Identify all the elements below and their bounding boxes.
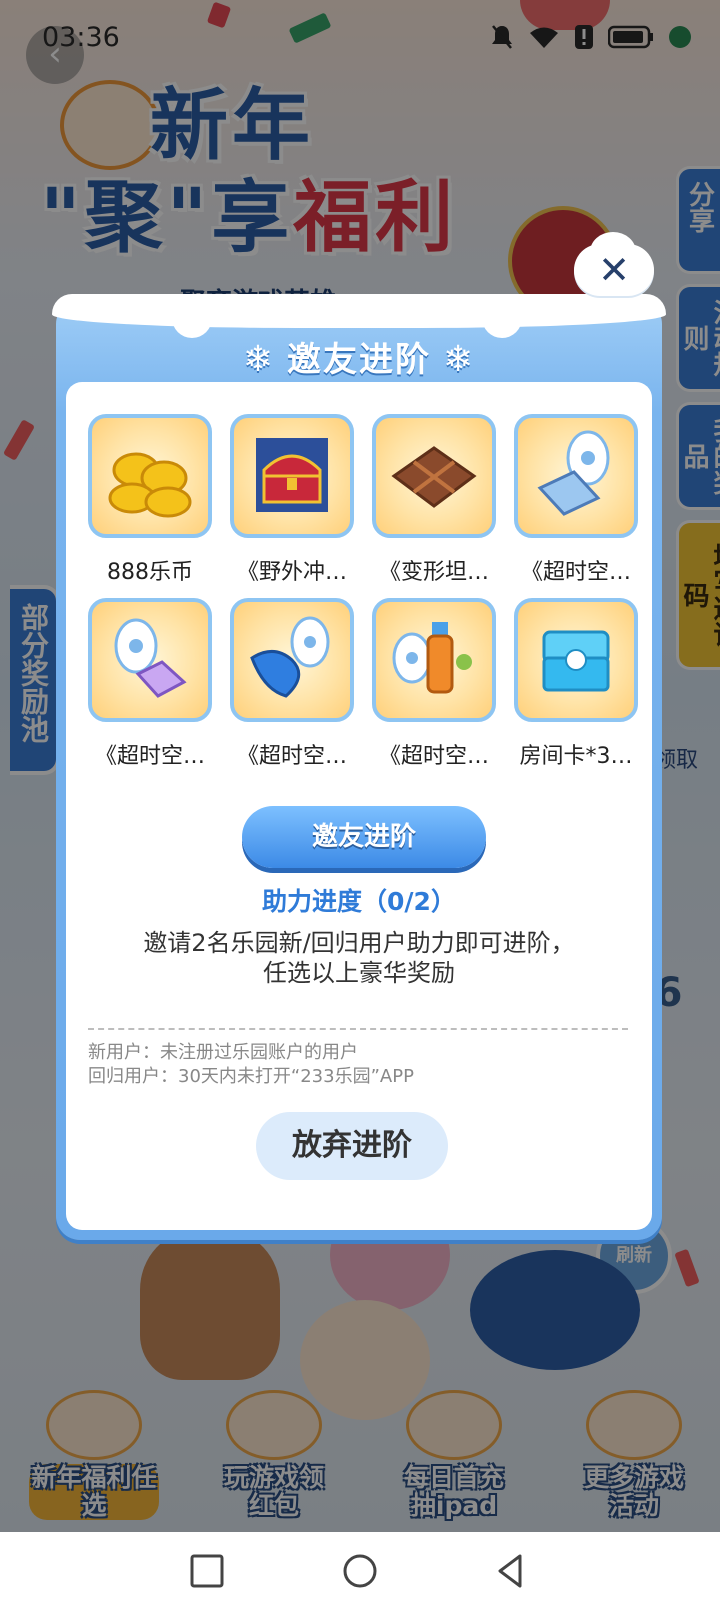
snowflake-icon: ❄ xyxy=(242,339,275,380)
dashed-divider xyxy=(88,1028,628,1030)
invite-description-line1: 邀请2名乐园新/回归用户助力即可进阶， xyxy=(143,929,575,957)
candy-egg-icon xyxy=(114,618,187,698)
snow-decoration xyxy=(52,294,666,338)
reward-item[interactable]: 888乐币 xyxy=(82,414,218,585)
reward-item[interactable]: 《野外冲… xyxy=(224,414,360,585)
give-up-button[interactable]: 放弃进阶 xyxy=(256,1112,448,1180)
reward-tile xyxy=(372,414,496,538)
reward-item[interactable]: 《超时空… xyxy=(224,598,360,769)
invite-description: 邀请2名乐园新/回归用户助力即可进阶， 任选以上豪华奖励 xyxy=(66,928,652,988)
dialog-title-text: 邀友进阶 xyxy=(287,340,431,380)
assist-progress: 助力进度（0/2） xyxy=(262,887,456,916)
reward-name: 《超时空… xyxy=(236,744,347,769)
reward-tile xyxy=(372,598,496,722)
reward-tile xyxy=(88,414,212,538)
dialog-panel: 888乐币 《野外冲… 《变形坦… 《超时空… 《超时空… 《超时空… 《超时空… xyxy=(66,382,652,1230)
return-user-note: 回归用户：30天内未打开“233乐园”APP xyxy=(88,1066,414,1087)
reward-item[interactable]: 《变形坦… xyxy=(366,414,502,585)
reward-tile xyxy=(88,598,212,722)
blue-chest-icon xyxy=(542,630,610,692)
reward-item[interactable]: 《超时空… xyxy=(366,598,502,769)
invite-description-line2: 任选以上豪华奖励 xyxy=(263,959,455,987)
back-icon[interactable] xyxy=(490,1550,532,1592)
reward-tile xyxy=(230,414,354,538)
gift-box-icon xyxy=(391,446,477,508)
reward-name: 888乐币 xyxy=(107,560,193,585)
reward-tile xyxy=(514,414,638,538)
potion-egg-icon xyxy=(392,622,472,694)
system-navigation-bar xyxy=(0,1532,720,1610)
snowflake-icon: ❄ xyxy=(443,339,476,380)
reward-name: 《野外冲… xyxy=(236,560,347,585)
spellbook-egg-icon xyxy=(537,430,610,516)
reward-name: 《超时空… xyxy=(94,744,205,769)
coins-icon xyxy=(108,452,192,518)
close-button[interactable]: ✕ xyxy=(574,232,654,296)
recents-icon[interactable] xyxy=(186,1550,228,1592)
reward-tile xyxy=(230,598,354,722)
reward-tile xyxy=(514,598,638,722)
invite-advance-button[interactable]: 邀友进阶 xyxy=(242,806,486,868)
reward-name: 房间卡*3… xyxy=(519,744,633,769)
reward-item[interactable]: 《超时空… xyxy=(82,598,218,769)
dialog-title: ❄ 邀友进阶 ❄ xyxy=(56,332,662,381)
reward-name: 《超时空… xyxy=(378,744,489,769)
reward-name: 《变形坦… xyxy=(378,560,489,585)
invite-advance-dialog: ❄ 邀友进阶 ❄ 888乐币 《野外冲… 《变形坦… 《超时空… 《超时空… 《… xyxy=(52,294,666,1240)
new-user-note: 新用户：未注册过乐园账户的用户 xyxy=(88,1042,358,1063)
home-icon[interactable] xyxy=(339,1550,381,1592)
reward-item[interactable]: 《超时空… xyxy=(508,414,644,585)
treasure-chest-icon xyxy=(256,438,328,512)
close-icon: ✕ xyxy=(598,248,630,292)
reward-name: 《超时空… xyxy=(520,560,631,585)
reward-item[interactable]: 房间卡*3… xyxy=(508,598,644,769)
crystal-egg-icon xyxy=(250,616,330,698)
